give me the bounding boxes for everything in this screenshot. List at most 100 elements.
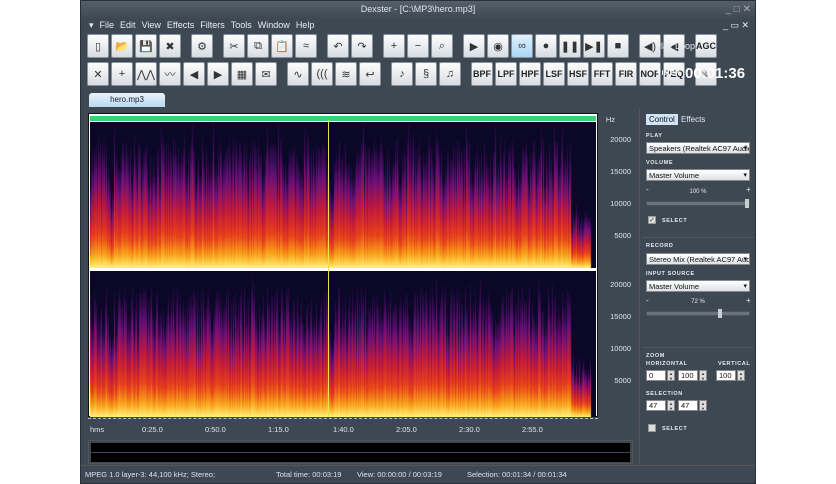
selection-bar[interactable] [90, 116, 596, 121]
hz-tick: 20000 [610, 135, 631, 144]
reverb-icon[interactable]: ≋ [335, 62, 357, 86]
zoom-h-to-input[interactable]: 100 [678, 370, 698, 381]
close-file-icon[interactable]: ✖ [159, 34, 181, 58]
note-icon[interactable]: ♫ [439, 62, 461, 86]
window-controls[interactable]: _ □ ✕ [725, 1, 751, 18]
menu-effects[interactable]: Effects [167, 18, 194, 32]
new-icon[interactable]: ▯ [87, 34, 109, 58]
zoom-out-icon[interactable]: − [407, 34, 429, 58]
frequency-axis: Hz 20000 15000 10000 5000 20000 15000 10… [601, 113, 637, 417]
app-window: Dexster - [C:\MP3\hero.mp3] _ □ ✕ ▾ File Ed… [80, 0, 756, 484]
copy-icon[interactable]: ⧉ [247, 34, 269, 58]
fade-out-icon[interactable]: ▶ [207, 62, 229, 86]
menu-tools[interactable]: Tools [231, 18, 252, 32]
redo-icon[interactable]: ↷ [351, 34, 373, 58]
overview-right[interactable] [91, 453, 630, 462]
open-icon[interactable]: 📂 [111, 34, 133, 58]
play-label: PLAY [646, 133, 663, 139]
menu-file[interactable]: File [100, 18, 115, 32]
skip-icon[interactable]: ▶❚ [583, 34, 605, 58]
record-device-select[interactable]: Stereo Mix (Realtek AC97 Audio) [646, 253, 750, 265]
total-time: Total time: 00:03:19 [276, 470, 342, 479]
timer-display: 00:01:36 [685, 65, 746, 82]
overview-left[interactable] [91, 443, 630, 452]
record-volume-slider[interactable] [646, 309, 750, 318]
menu-window[interactable]: Window [258, 18, 290, 32]
spin-arrows-icon[interactable]: ▲ ▼ [667, 400, 675, 411]
spin-arrows-icon[interactable]: ▲ ▼ [699, 400, 707, 411]
play-volume-slider[interactable] [646, 199, 750, 208]
spin-arrows-icon[interactable]: ▲ ▼ [699, 370, 707, 381]
menu-help[interactable]: Help [296, 18, 315, 32]
trim-icon[interactable]: ✕ [87, 62, 109, 86]
menu-view[interactable]: View [142, 18, 161, 32]
cut-icon[interactable]: ✂ [223, 34, 245, 58]
tempo-icon[interactable]: § [415, 62, 437, 86]
lpf-button[interactable]: LPF [495, 62, 517, 86]
fade-in-icon[interactable]: ◀ [183, 62, 205, 86]
selection-from-input[interactable]: 47 [646, 400, 666, 411]
pause-icon[interactable]: ❚❚ [559, 34, 581, 58]
play-loop-icon[interactable]: ∞ [511, 34, 533, 58]
spin-arrows-icon[interactable]: ▲ ▼ [667, 370, 675, 381]
record-icon[interactable]: ● [535, 34, 557, 58]
selection-range: Selection: 00:01:34 / 00:01:34 [467, 470, 567, 479]
tab-hero-mp3[interactable]: hero.mp3 [89, 93, 165, 107]
zoom-h-from-input[interactable]: 0 [646, 370, 666, 381]
slider-thumb[interactable] [745, 199, 749, 208]
spin-arrows-icon[interactable]: ▲ ▼ [737, 370, 745, 381]
normalize-icon[interactable]: 〰 [159, 62, 181, 86]
menu-filters[interactable]: Filters [200, 18, 225, 32]
play-device-select[interactable]: Speakers (Realtek AC97 Audio) [646, 142, 750, 154]
paste-icon[interactable]: 📋 [271, 34, 293, 58]
settings-icon[interactable]: ⚙ [191, 34, 213, 58]
save-icon[interactable]: 💾 [135, 34, 157, 58]
tab-effects[interactable]: Effects [678, 114, 708, 125]
selection-label: SELECTION [646, 391, 683, 397]
fft-button[interactable]: FFT [591, 62, 613, 86]
agc-button[interactable]: AGC [695, 34, 717, 58]
overview-waveform[interactable] [88, 440, 633, 464]
playback-cursor[interactable] [328, 120, 329, 416]
echo-icon[interactable]: ((( [311, 62, 333, 86]
hz-tick: 5000 [614, 231, 631, 240]
input-source-select[interactable]: Master Volume [646, 280, 750, 292]
split-icon[interactable]: + [111, 62, 133, 86]
noise-icon[interactable]: ∿ [287, 62, 309, 86]
record-select-checkbox[interactable] [648, 424, 656, 432]
stop-icon[interactable]: ■ [607, 34, 629, 58]
lsf-button[interactable]: LSF [543, 62, 565, 86]
play-select-checkbox[interactable]: ✓ [648, 216, 656, 224]
silence-icon[interactable]: ▦ [231, 62, 253, 86]
mix-paste-icon[interactable]: ≈ [295, 34, 317, 58]
menu-arrow-icon[interactable]: ▾ [89, 18, 94, 32]
spectrogram-channel-left[interactable] [90, 122, 596, 268]
undo-icon[interactable]: ↶ [327, 34, 349, 58]
spectrogram-channel-right[interactable] [90, 271, 596, 417]
hsf-button[interactable]: HSF [567, 62, 589, 86]
hpf-button[interactable]: HPF [519, 62, 541, 86]
zoom-fit-icon[interactable]: ⌕ [431, 34, 453, 58]
mdi-controls[interactable]: _ ▭ ✕ [723, 18, 749, 32]
fir-button[interactable]: FIR [615, 62, 637, 86]
amplify-icon[interactable]: ⋀⋀ [135, 62, 157, 86]
volume-source-select[interactable]: Master Volume [646, 169, 750, 181]
envelope-icon[interactable]: ✉ [255, 62, 277, 86]
hz-tick: 20000 [610, 280, 631, 289]
play-selection-icon[interactable]: ◉ [487, 34, 509, 58]
pitch-icon[interactable]: ♪ [391, 62, 413, 86]
selection-to-input[interactable]: 47 [678, 400, 698, 411]
record-volume-percent: 72 % [691, 299, 705, 305]
time-ruler[interactable]: hms 0:25.0 0:50.0 1:15.0 1:40.0 2:05.0 2… [88, 418, 598, 434]
menu-edit[interactable]: Edit [120, 18, 136, 32]
tab-control[interactable]: Control [646, 114, 678, 125]
zoom-vertical-input[interactable]: 100 [716, 370, 736, 381]
play-icon[interactable]: ▶ [463, 34, 485, 58]
play-volume-percent: 100 % [689, 189, 707, 195]
slider-thumb[interactable] [717, 309, 722, 318]
zoom-in-icon[interactable]: + [383, 34, 405, 58]
bpf-button[interactable]: BPF [471, 62, 493, 86]
view-range: View: 00:00:00 / 00:03:19 [357, 470, 442, 479]
reverse-icon[interactable]: ↩ [359, 62, 381, 86]
spectrogram-view[interactable] [88, 113, 598, 417]
